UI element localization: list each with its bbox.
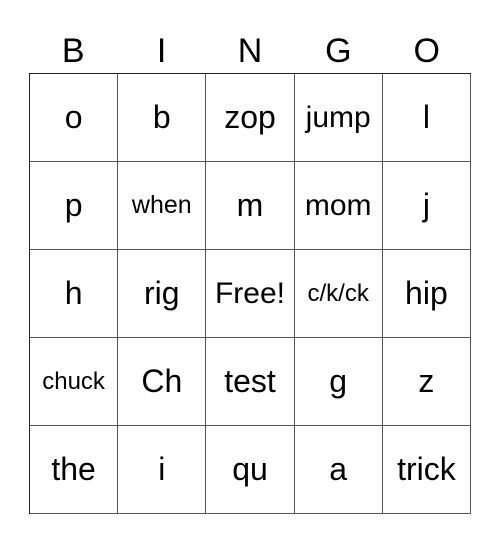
header-letter-o: O <box>413 32 440 70</box>
bingo-cell[interactable]: rig <box>118 250 207 338</box>
bingo-cell[interactable]: chuck <box>30 338 119 426</box>
header-letter-b: B <box>61 32 85 70</box>
bingo-cell[interactable]: h <box>30 250 119 338</box>
header-letter-n: N <box>237 32 263 70</box>
bingo-grid: o b zop jump l p when m mom j h rig Free… <box>29 73 471 514</box>
bingo-cell[interactable]: mom <box>294 162 383 250</box>
bingo-cell[interactable]: test <box>206 338 295 426</box>
bingo-cell[interactable]: i <box>118 426 207 514</box>
bingo-cell[interactable]: j <box>382 162 471 250</box>
bingo-cell[interactable]: jump <box>294 74 383 162</box>
bingo-cell[interactable]: c/k/ck <box>294 250 383 338</box>
free-space-cell[interactable]: Free! <box>206 250 295 338</box>
header-letter-i: I <box>156 32 167 70</box>
bingo-cell[interactable]: Ch <box>118 338 207 426</box>
bingo-cell[interactable]: a <box>294 426 383 514</box>
bingo-cell[interactable]: qu <box>206 426 295 514</box>
bingo-cell[interactable]: g <box>294 338 383 426</box>
bingo-cell[interactable]: hip <box>382 250 471 338</box>
bingo-cell[interactable]: m <box>206 162 295 250</box>
bingo-cell[interactable]: z <box>382 338 471 426</box>
bingo-cell[interactable]: the <box>30 426 119 514</box>
bingo-header: B I N G O <box>29 30 471 73</box>
bingo-cell[interactable]: zop <box>206 74 295 162</box>
bingo-cell[interactable]: b <box>118 74 207 162</box>
bingo-cell[interactable]: trick <box>382 426 471 514</box>
bingo-cell[interactable]: l <box>382 74 471 162</box>
bingo-cell[interactable]: p <box>30 162 119 250</box>
header-letter-g: G <box>325 32 352 70</box>
bingo-cell[interactable]: o <box>30 74 119 162</box>
bingo-cell[interactable]: when <box>118 162 207 250</box>
